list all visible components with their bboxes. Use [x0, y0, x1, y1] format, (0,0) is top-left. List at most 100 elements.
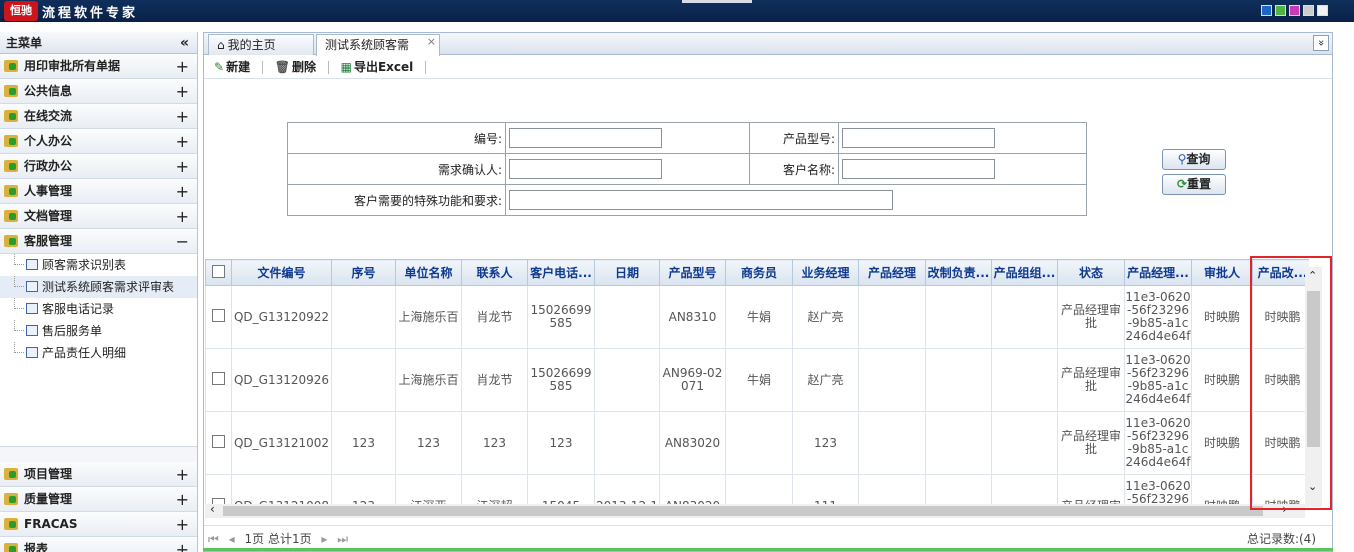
sidebar-group[interactable]: 项目管理 + — [0, 462, 197, 487]
sidebar-group[interactable]: 在线交流 + — [0, 104, 197, 129]
scroll-thumb[interactable] — [223, 506, 1263, 516]
status-line — [203, 548, 1333, 551]
special-requirement-input[interactable] — [509, 190, 893, 210]
column-header[interactable]: 产品经理 — [858, 259, 926, 286]
checkbox[interactable] — [212, 309, 225, 322]
expand-toggle-icon[interactable]: + — [176, 104, 189, 129]
skin-green-button[interactable] — [1275, 5, 1286, 16]
table-cell — [991, 411, 1058, 475]
table-row[interactable]: QD_G13121002 123 123 123 123 AN83020 123 产品经理审批… — [205, 411, 1309, 475]
sidebar-group[interactable]: 人事管理 + — [0, 179, 197, 204]
table-cell — [331, 348, 396, 412]
expand-toggle-icon[interactable]: + — [176, 54, 189, 79]
folder-icon — [4, 493, 18, 505]
confirmer-input[interactable] — [509, 159, 662, 179]
column-header[interactable]: 改制负责... — [925, 259, 992, 286]
table-cell: 上海施乐百 — [395, 348, 462, 412]
checkbox[interactable] — [212, 372, 225, 385]
table-cell — [925, 411, 992, 475]
sidebar-group[interactable]: 行政办公 + — [0, 154, 197, 179]
toolbar: ✎ 新建 🗑 删除 ▦ 导出Excel — [204, 55, 1332, 79]
expand-toggle-icon[interactable]: + — [176, 154, 189, 179]
column-header[interactable]: 产品型号 — [659, 259, 726, 286]
prev-page-icon[interactable]: ◂ — [229, 532, 235, 546]
table-row[interactable]: QD_G13120926 上海施乐百 肖龙节 15026699585 AN969-020… — [205, 348, 1309, 412]
expand-toggle-icon[interactable]: + — [176, 204, 189, 229]
tree-line — [14, 342, 24, 353]
sidebar-group[interactable]: 文档管理 + — [0, 204, 197, 229]
tab-home[interactable]: ⌂ 我的主页 — [208, 34, 314, 55]
search-button[interactable]: ⚲查询 — [1162, 149, 1226, 170]
column-header[interactable]: 状态 — [1057, 259, 1125, 286]
expand-toggle-icon[interactable]: + — [176, 179, 189, 204]
column-header[interactable]: 产品组组... — [991, 259, 1058, 286]
column-header[interactable]: 序号 — [331, 259, 396, 286]
model-input[interactable] — [842, 128, 995, 148]
reset-button[interactable]: ⟳重置 — [1162, 174, 1226, 195]
code-input[interactable] — [509, 128, 662, 148]
sidebar-group[interactable]: 公共信息 + — [0, 79, 197, 104]
column-header[interactable]: 客户电话... — [527, 259, 595, 286]
tabs-menu-button[interactable]: » — [1313, 35, 1329, 51]
select-all-checkbox[interactable] — [205, 259, 232, 286]
sidebar-subitem[interactable]: 产品责任人明细 — [0, 342, 197, 364]
expand-toggle-icon[interactable]: + — [176, 487, 189, 512]
horizontal-scrollbar[interactable]: ‹ › — [205, 502, 1305, 518]
skin-blue-button[interactable] — [1261, 5, 1272, 16]
column-header[interactable]: 单位名称 — [395, 259, 462, 286]
sidebar-group[interactable]: 报表 + — [0, 537, 197, 552]
sidebar-group-label: FRACAS — [24, 517, 78, 531]
checkbox[interactable] — [212, 264, 225, 278]
table-row[interactable]: QD_G13120922 上海施乐百 肖龙节 15026699585 AN8310 牛娟赵… — [205, 285, 1309, 349]
row-checkbox[interactable] — [205, 285, 232, 349]
sidebar-group[interactable]: 质量管理 + — [0, 487, 197, 512]
sidebar-subitem[interactable]: 客服电话记录 — [0, 298, 197, 320]
sidebar-title: 主菜单 — [6, 36, 43, 50]
row-checkbox[interactable] — [205, 411, 232, 475]
expand-toggle-icon[interactable]: + — [176, 512, 189, 537]
next-page-icon[interactable]: ▸ — [321, 532, 327, 546]
delete-button[interactable]: 🗑 删除 — [275, 55, 316, 79]
confirmer-label: 需求确认人: — [287, 153, 506, 185]
sidebar-group[interactable]: 个人办公 + — [0, 129, 197, 154]
column-header[interactable]: 文件编号 — [231, 259, 332, 286]
new-button[interactable]: ✎ 新建 — [214, 55, 250, 79]
expand-toggle-icon[interactable]: + — [176, 79, 189, 104]
expand-toggle-icon[interactable]: − — [176, 229, 189, 254]
table-cell: AN8310 — [659, 285, 726, 349]
column-header[interactable]: 日期 — [594, 259, 660, 286]
model-label: 产品型号: — [749, 122, 839, 154]
sidebar-group-label: 公共信息 — [24, 84, 73, 98]
last-page-icon[interactable]: ⏭ — [337, 532, 348, 546]
column-header[interactable]: 商务员 — [725, 259, 793, 286]
expand-toggle-icon[interactable]: + — [176, 462, 189, 487]
first-page-icon[interactable]: ⏮ — [208, 532, 219, 546]
checkbox[interactable] — [212, 435, 225, 448]
table-cell: 123 — [792, 411, 859, 475]
expand-toggle-icon[interactable]: + — [176, 537, 189, 552]
sidebar-group[interactable]: 用印审批所有单据 + — [0, 54, 197, 79]
sidebar-group[interactable]: FRACAS + — [0, 512, 197, 537]
tab-review-form[interactable]: 测试系统顾客需 × — [316, 34, 440, 56]
skin-white-button[interactable] — [1317, 5, 1328, 16]
sidebar-subitem[interactable]: 售后服务单 — [0, 320, 197, 342]
export-excel-button[interactable]: ▦ 导出Excel — [341, 55, 414, 79]
tree-line — [14, 276, 24, 287]
column-header[interactable]: 联系人 — [461, 259, 528, 286]
skin-purple-button[interactable] — [1289, 5, 1300, 16]
sidebar-subitem[interactable]: 测试系统顾客需求评审表 — [0, 276, 197, 298]
sidebar-group[interactable]: 客服管理 − — [0, 229, 197, 254]
skin-gray-button[interactable] — [1303, 5, 1314, 16]
scroll-left-icon[interactable]: ‹ — [210, 502, 215, 516]
collapse-sidebar-button[interactable]: « — [180, 32, 189, 54]
customer-input[interactable] — [842, 159, 995, 179]
row-checkbox[interactable] — [205, 348, 232, 412]
close-icon[interactable]: × — [427, 32, 436, 52]
column-header[interactable]: 审批人 — [1191, 259, 1253, 286]
column-header[interactable]: 业务经理 — [792, 259, 859, 286]
expand-toggle-icon[interactable]: + — [176, 129, 189, 154]
folder-icon — [4, 518, 18, 530]
sidebar-subitem[interactable]: 顾客需求识别表 — [0, 254, 197, 276]
column-header[interactable]: 产品经理... — [1124, 259, 1192, 286]
